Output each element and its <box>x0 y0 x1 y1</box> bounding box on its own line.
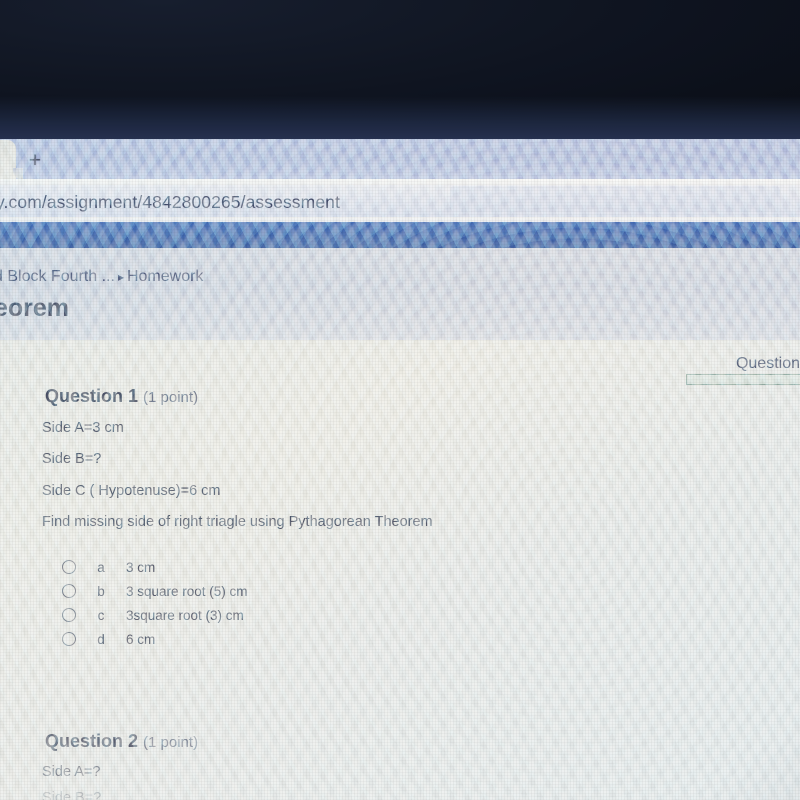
breadcrumb-parent[interactable]: d Block Fourth ... <box>0 268 115 285</box>
question-points: (1 point) <box>143 734 199 751</box>
option-text: 3 cm <box>126 559 156 575</box>
question-points: (1 point) <box>143 389 199 406</box>
question-prompt-line: Find missing side of right triagle using… <box>42 514 433 530</box>
question-number: Question 2 <box>45 731 139 751</box>
option-text: 6 cm <box>126 631 156 647</box>
question-prompt-line: Side B=? <box>42 790 102 800</box>
question-heading: Question 1 (1 point) <box>45 386 198 407</box>
option-text: 3square root (3) cm <box>126 607 244 623</box>
new-tab-button[interactable]: + <box>22 148 48 172</box>
answer-option[interactable]: a 3 cm <box>62 556 155 578</box>
browser-tab-strip <box>0 139 800 179</box>
radio-button-icon[interactable] <box>62 584 76 598</box>
address-bar-url[interactable]: y.com/assignment/4842800265/assessment <box>0 192 340 213</box>
question-nav-label: Question <box>735 355 800 372</box>
radio-button-icon[interactable] <box>62 560 76 574</box>
app-header-bar <box>0 222 800 248</box>
breadcrumb-current[interactable]: Homework <box>127 268 203 285</box>
bezel-glow <box>0 96 800 140</box>
screenshot-photo: + y.com/assignment/4842800265/assessment… <box>0 0 800 800</box>
answer-option[interactable]: b 3 square root (5) cm <box>62 580 248 602</box>
question-prompt-line: Side C ( Hypotenuse)=6 cm <box>42 483 221 499</box>
question-prompt-line: Side A=? <box>42 764 101 780</box>
question-number: Question 1 <box>45 386 139 406</box>
page-title: eorem <box>0 294 70 322</box>
question-progress-bar[interactable] <box>686 374 800 385</box>
option-letter: a <box>97 559 105 575</box>
option-letter: b <box>97 583 105 599</box>
page-header-band <box>0 248 800 340</box>
question-prompt-line: Side B=? <box>42 451 102 467</box>
answer-option[interactable]: c 3square root (3) cm <box>62 604 244 626</box>
option-letter: c <box>97 607 105 623</box>
omnibox-pill[interactable] <box>450 186 780 212</box>
breadcrumb: d Block Fourth ... ▸ Homework <box>0 268 203 286</box>
answer-option[interactable]: d 6 cm <box>62 628 155 650</box>
chevron-right-icon: ▸ <box>117 270 124 284</box>
question-prompt-line: Side A=3 cm <box>42 420 124 436</box>
option-letter: d <box>97 631 105 647</box>
option-text: 3 square root (5) cm <box>126 583 248 599</box>
browser-tab-partial[interactable] <box>0 140 23 180</box>
radio-button-icon[interactable] <box>62 632 76 646</box>
toolbar-sheen <box>0 179 800 185</box>
question-heading: Question 2 (1 point) <box>45 731 198 752</box>
radio-button-icon[interactable] <box>62 608 76 622</box>
plus-icon: + <box>28 148 42 172</box>
